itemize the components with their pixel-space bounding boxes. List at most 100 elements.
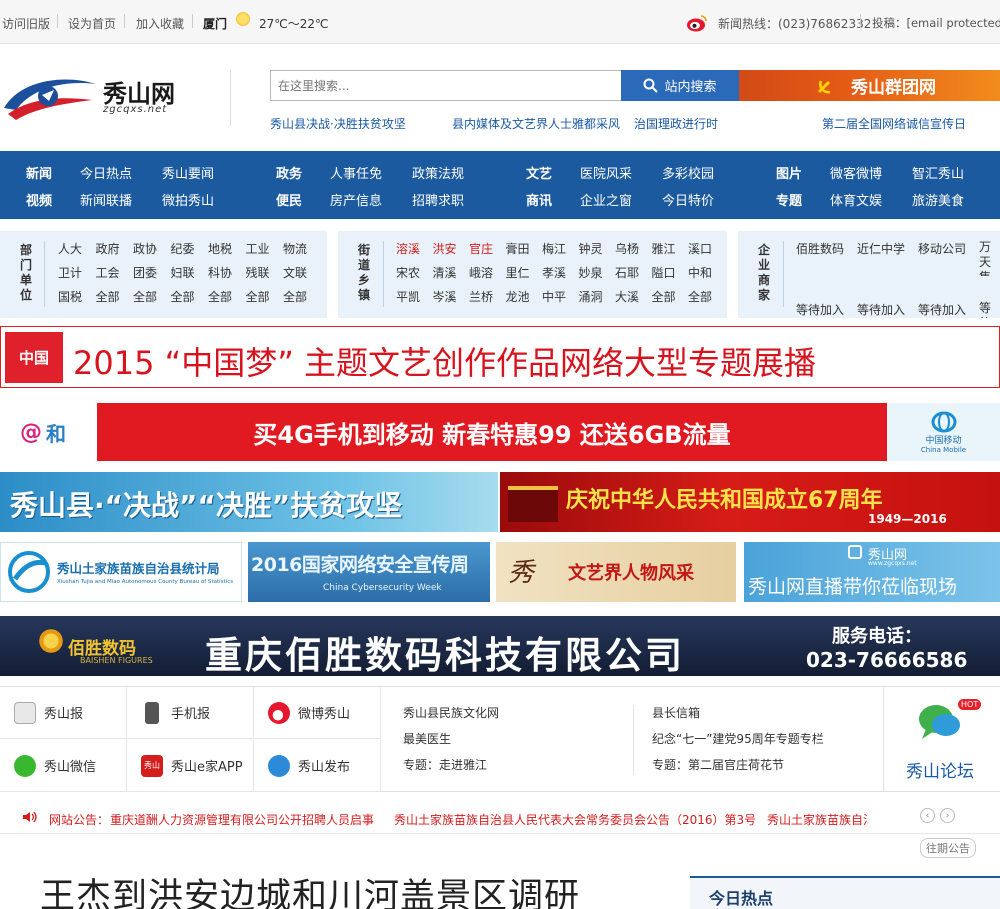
nav-item-news[interactable]: 新闻 <box>26 163 52 182</box>
dept-item[interactable]: 卫计 <box>58 264 82 281</box>
service-link[interactable]: 专题：第二届官庄荷花节 <box>652 756 784 773</box>
nav-item[interactable]: 今日特价 <box>662 190 714 209</box>
dept-item[interactable]: 地税 <box>208 240 232 257</box>
dept-item[interactable]: 全部 <box>246 288 270 305</box>
dept-item[interactable]: 物流 <box>283 240 307 257</box>
towns-item[interactable]: 钟灵 <box>579 240 603 257</box>
dept-item[interactable]: 工会 <box>96 264 120 281</box>
dept-item[interactable]: 妇联 <box>171 264 195 281</box>
nav-item[interactable]: 旅游美食 <box>912 190 964 209</box>
biz-item[interactable]: 佰胜数码 <box>796 240 844 257</box>
towns-item[interactable]: 平凯 <box>396 288 420 305</box>
biz-item[interactable]: 等待加入 <box>857 301 905 318</box>
contribute-email[interactable]: 投稿：[email protected] <box>872 15 1000 31</box>
towns-item[interactable]: 溪口 <box>688 240 712 257</box>
nav-item[interactable]: 政策法规 <box>412 163 464 182</box>
dept-item[interactable]: 政协 <box>133 240 157 257</box>
service-link[interactable]: 最美医生 <box>403 730 451 747</box>
towns-item[interactable]: 宋农 <box>396 264 420 281</box>
dept-item[interactable]: 文联 <box>283 264 307 281</box>
biz-item[interactable]: 移动公司 <box>918 240 966 257</box>
dept-item[interactable]: 人大 <box>58 240 82 257</box>
towns-item[interactable]: 大溪 <box>615 288 639 305</box>
dept-item[interactable]: 科协 <box>208 264 232 281</box>
site-logo-icon[interactable] <box>2 70 98 122</box>
service-link[interactable]: 秀山县民族文化网 <box>403 704 499 721</box>
towns-item[interactable]: 妙泉 <box>579 264 603 281</box>
towns-item[interactable]: 涌洞 <box>579 288 603 305</box>
towns-item[interactable]: 溶溪 <box>396 240 420 257</box>
towns-item[interactable]: 雅江 <box>652 240 676 257</box>
dept-item[interactable]: 团委 <box>133 264 157 281</box>
nav-item-services[interactable]: 便民 <box>276 190 302 209</box>
hot-link[interactable]: 第二届全国网络诚信宣传日 <box>822 115 966 132</box>
towns-item[interactable]: 龙池 <box>506 288 530 305</box>
towns-item[interactable]: 孝溪 <box>542 264 566 281</box>
old-version-link[interactable]: 访问旧版 <box>2 15 50 32</box>
nav-item[interactable]: 招聘求职 <box>412 190 464 209</box>
hot-link[interactable]: 治国理政进行时 <box>634 115 718 132</box>
service-release[interactable]: 秀山发布 <box>254 740 381 792</box>
towns-item[interactable]: 膏田 <box>506 240 530 257</box>
nav-item[interactable]: 体育文娱 <box>830 190 882 209</box>
forum-link[interactable]: HOT 秀山论坛 <box>884 687 1000 791</box>
search-button[interactable]: 站内搜索 <box>621 70 739 101</box>
headline-title[interactable]: 王杰到洪安边城和川河盖景区调研 <box>40 868 580 909</box>
service-app[interactable]: 秀山 秀山e家APP <box>127 740 254 792</box>
cyber-week-banner[interactable]: 2016国家网络安全宣传周 China Cybersecurity Week <box>248 542 490 602</box>
add-favorite-link[interactable]: 加入收藏 <box>136 15 184 32</box>
dept-item[interactable]: 全部 <box>171 288 195 305</box>
towns-item[interactable]: 兰桥 <box>469 288 493 305</box>
biz-item[interactable]: 等待加入 <box>796 301 844 318</box>
service-newspaper[interactable]: 秀山报 <box>0 687 127 739</box>
nav-item[interactable]: 多彩校园 <box>662 163 714 182</box>
dept-item[interactable]: 残联 <box>246 264 270 281</box>
nav-item-photos[interactable]: 图片 <box>776 163 802 182</box>
chevron-left-icon[interactable]: ‹ <box>920 808 935 823</box>
nav-item[interactable]: 微拍秀山 <box>162 190 214 209</box>
towns-item[interactable]: 全部 <box>688 288 712 305</box>
live-banner[interactable]: 秀山网 www.zgcqxs.net 秀山网直播带你莅临现场 <box>744 542 1000 602</box>
towns-item[interactable]: 里仁 <box>506 264 530 281</box>
search-input[interactable] <box>271 71 621 100</box>
service-weibo[interactable]: 微博秀山 <box>254 687 381 739</box>
nav-item[interactable]: 人事任免 <box>330 163 382 182</box>
towns-item[interactable]: 隘口 <box>652 264 676 281</box>
today-hot-title[interactable]: 今日热点 <box>709 885 773 909</box>
artists-banner[interactable]: 秀 文艺界人物风采 <box>496 542 736 602</box>
notice-item[interactable]: 重庆道酬人力资源管理有限公司公开招聘人员启事 <box>110 811 374 828</box>
dept-item[interactable]: 全部 <box>96 288 120 305</box>
towns-item[interactable]: 石耶 <box>615 264 639 281</box>
poverty-banner[interactable]: 秀山县·“决战”“决胜”扶贫攻坚 <box>0 472 498 532</box>
dept-item[interactable]: 全部 <box>283 288 307 305</box>
towns-item[interactable]: 梅江 <box>542 240 566 257</box>
nav-item[interactable]: 医院风采 <box>580 163 632 182</box>
towns-item[interactable]: 中和 <box>688 264 712 281</box>
towns-item[interactable]: 清溪 <box>433 264 457 281</box>
weibo-icon[interactable] <box>686 13 708 33</box>
nav-item[interactable]: 房产信息 <box>330 190 382 209</box>
service-mobile-paper[interactable]: 手机报 <box>127 687 254 739</box>
nav-item[interactable]: 秀山要闻 <box>162 163 214 182</box>
chevron-right-icon[interactable]: › <box>940 808 955 823</box>
national-day-banner[interactable]: 庆祝中华人民共和国成立67周年 1949—2016 <box>500 472 1000 532</box>
hot-link[interactable]: 县内媒体及文艺界人士雅都采风 <box>452 115 620 132</box>
service-wechat[interactable]: 秀山微信 <box>0 740 127 792</box>
nav-item-arts[interactable]: 文艺 <box>526 163 552 182</box>
notice-archive-button[interactable]: 往期公告 <box>920 838 976 858</box>
service-link[interactable]: 专题：走进雅江 <box>403 756 487 773</box>
dept-item[interactable]: 全部 <box>133 288 157 305</box>
service-link[interactable]: 纪念“七一”建党95周年专题专栏 <box>652 730 824 747</box>
biz-item[interactable]: 近仁中学 <box>857 240 905 257</box>
towns-item[interactable]: 中平 <box>542 288 566 305</box>
dept-item[interactable]: 纪委 <box>171 240 195 257</box>
towns-item[interactable]: 洪安 <box>433 240 457 257</box>
dept-item[interactable]: 工业 <box>246 240 270 257</box>
nav-item-business[interactable]: 商讯 <box>526 190 552 209</box>
biz-item[interactable]: 等待 <box>979 301 994 318</box>
baisheng-banner[interactable]: 佰胜数码 BAISHEN FIGURES 重庆佰胜数码科技有限公司 服务电话： … <box>0 616 1000 676</box>
nav-item-video[interactable]: 视频 <box>26 190 52 209</box>
notice-item[interactable]: 秀山土家族苗族自治县人民代表大会常务委员会公告（2016）第3号 <box>394 811 756 828</box>
biz-item[interactable]: 万天集团 <box>979 240 994 276</box>
china-dream-banner[interactable]: 中国 2015 “中国梦” 主题文艺创作作品网络大型专题展播 <box>0 326 1000 388</box>
